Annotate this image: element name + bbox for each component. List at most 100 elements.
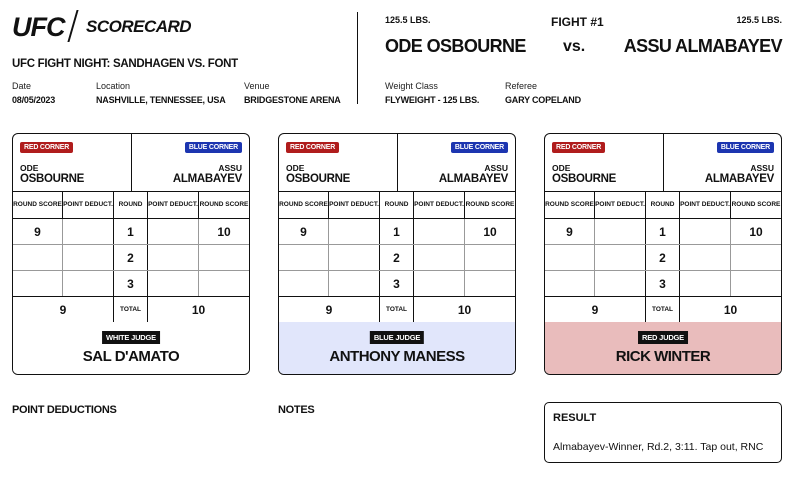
notes-title: NOTES: [278, 404, 315, 416]
result-text: Almabayev-Winner, Rd.2, 3:11. Tap out, R…: [553, 441, 764, 453]
red-round-score-header: ROUND SCORE: [279, 192, 329, 218]
blue-round-score: [199, 245, 249, 270]
grid-header: ROUND SCORE POINT DEDUCT. ROUND POINT DE…: [279, 192, 515, 219]
red-round-score-header: ROUND SCORE: [545, 192, 595, 218]
blue-first-name: ASSU: [218, 163, 242, 173]
total-row: 9 TOTAL 10: [545, 297, 781, 323]
blue-round-score: [731, 245, 781, 270]
blue-point-deduct-header: POINT DEDUCT.: [414, 192, 465, 218]
blue-point-deduct: [414, 271, 465, 296]
blue-total: 10: [723, 302, 738, 317]
round-header: ROUND: [114, 192, 148, 218]
round-row: 3: [13, 271, 249, 297]
blue-round-score: [465, 271, 515, 296]
weight-class-value: FLYWEIGHT - 125 LBS.: [385, 95, 480, 105]
score-grid: ROUND SCORE POINT DEDUCT. ROUND POINT DE…: [545, 192, 781, 323]
round-number: 2: [114, 245, 148, 270]
corner-header: RED CORNER BLUE CORNER ODE OSBOURNE ASSU…: [279, 134, 515, 192]
judge-badge: RED JUDGE: [638, 331, 688, 344]
red-round-score: [545, 271, 595, 296]
blue-weight: 125.5 LBS.: [736, 15, 782, 25]
round-row: 2: [279, 245, 515, 271]
red-round-score: [279, 271, 329, 296]
total-label: TOTAL: [646, 297, 680, 322]
venue-value: BRIDGESTONE ARENA: [244, 95, 341, 105]
scorecard-judge-1: RED CORNER BLUE CORNER ODE OSBOURNE ASSU…: [12, 133, 250, 375]
judge-name: SAL D'AMATO: [82, 348, 180, 365]
blue-round-score: [465, 245, 515, 270]
location-label: Location: [96, 81, 131, 91]
grid-header: ROUND SCORE POINT DEDUCT. ROUND POINT DE…: [545, 192, 781, 219]
red-total: 9: [279, 297, 380, 322]
corner-header: RED CORNER BLUE CORNER ODE OSBOURNE ASSU…: [545, 134, 781, 192]
round-number: 1: [646, 219, 680, 244]
blue-point-deduct: [148, 271, 199, 296]
blue-point-deduct: [414, 245, 465, 270]
red-corner-badge: RED CORNER: [20, 142, 74, 153]
referee-value: GARY COPELAND: [505, 95, 581, 105]
round-number: 2: [646, 245, 680, 270]
red-last-name: OSBOURNE: [286, 173, 351, 185]
event-title: UFC FIGHT NIGHT: SANDHAGEN VS. FONT: [12, 58, 238, 70]
judge-panel: BLUE JUDGE ANTHONY MANESS: [279, 322, 515, 374]
blue-point-deduct: [680, 271, 731, 296]
corner-divider: [397, 134, 398, 192]
blue-point-deduct-header: POINT DEDUCT.: [148, 192, 199, 218]
round-row: 2: [13, 245, 249, 271]
round-number: 3: [114, 271, 148, 296]
red-first-name: ODE: [20, 163, 39, 173]
header-divider: [357, 12, 358, 104]
red-point-deduct-header: POINT DEDUCT.: [595, 192, 646, 218]
red-first-name: ODE: [552, 163, 571, 173]
red-total: 9: [13, 297, 114, 322]
blue-round-score-header: ROUND SCORE: [199, 201, 249, 209]
red-round-score: [13, 271, 63, 296]
judge-name: ANTHONY MANESS: [329, 348, 465, 365]
location-value: NASHVILLE, TENNESSEE, USA: [96, 95, 226, 105]
blue-point-deduct: [414, 219, 465, 244]
red-last-name: OSBOURNE: [552, 173, 617, 185]
red-point-deduct-header: POINT DEDUCT.: [63, 192, 114, 218]
blue-last-name: ALMABAYEV: [172, 173, 242, 185]
red-round-score-header: ROUND SCORE: [13, 192, 63, 218]
blue-corner-badge: BLUE CORNER: [184, 142, 242, 153]
blue-round-score-header: ROUND SCORE: [465, 201, 515, 209]
judge-panel: RED JUDGE RICK WINTER: [545, 322, 781, 374]
red-corner-badge: RED CORNER: [286, 142, 340, 153]
round-header: ROUND: [380, 192, 414, 218]
red-round-score: 9: [279, 219, 329, 244]
round-number: 1: [380, 219, 414, 244]
judge-panel: WHITE JUDGE SAL D'AMATO: [13, 322, 249, 374]
scorecard-judge-2: RED CORNER BLUE CORNER ODE OSBOURNE ASSU…: [278, 133, 516, 375]
blue-round-score: [199, 271, 249, 296]
weight-class-label: Weight Class: [385, 81, 438, 91]
round-row: 9 1 10: [279, 219, 515, 245]
blue-point-deduct: [148, 219, 199, 244]
round-number: 3: [380, 271, 414, 296]
judge-badge: WHITE JUDGE: [102, 331, 160, 344]
blue-total: 10: [191, 302, 206, 317]
red-point-deduct: [329, 245, 380, 270]
red-point-deduct: [595, 219, 646, 244]
fight-number: FIGHT #1: [551, 15, 604, 29]
date-label: Date: [12, 81, 32, 91]
round-number: 2: [380, 245, 414, 270]
total-row: 9 TOTAL 10: [279, 297, 515, 323]
round-row: 9 1 10: [13, 219, 249, 245]
blue-corner-badge: BLUE CORNER: [716, 142, 774, 153]
judge-badge: BLUE JUDGE: [369, 331, 425, 344]
blue-first-name: ASSU: [484, 163, 508, 173]
blue-point-deduct: [680, 245, 731, 270]
scorecard-judge-3: RED CORNER BLUE CORNER ODE OSBOURNE ASSU…: [544, 133, 782, 375]
red-point-deduct: [329, 219, 380, 244]
blue-round-score: 10: [483, 224, 497, 239]
result-title: RESULT: [553, 412, 597, 424]
result-box: RESULT Almabayev-Winner, Rd.2, 3:11. Tap…: [544, 402, 782, 463]
red-round-score: 9: [545, 219, 595, 244]
round-row: 3: [545, 271, 781, 297]
logo-divider: [67, 10, 79, 42]
blue-point-deduct: [680, 219, 731, 244]
round-header: ROUND: [646, 192, 680, 218]
red-first-name: ODE: [286, 163, 305, 173]
grid-header: ROUND SCORE POINT DEDUCT. ROUND POINT DE…: [13, 192, 249, 219]
